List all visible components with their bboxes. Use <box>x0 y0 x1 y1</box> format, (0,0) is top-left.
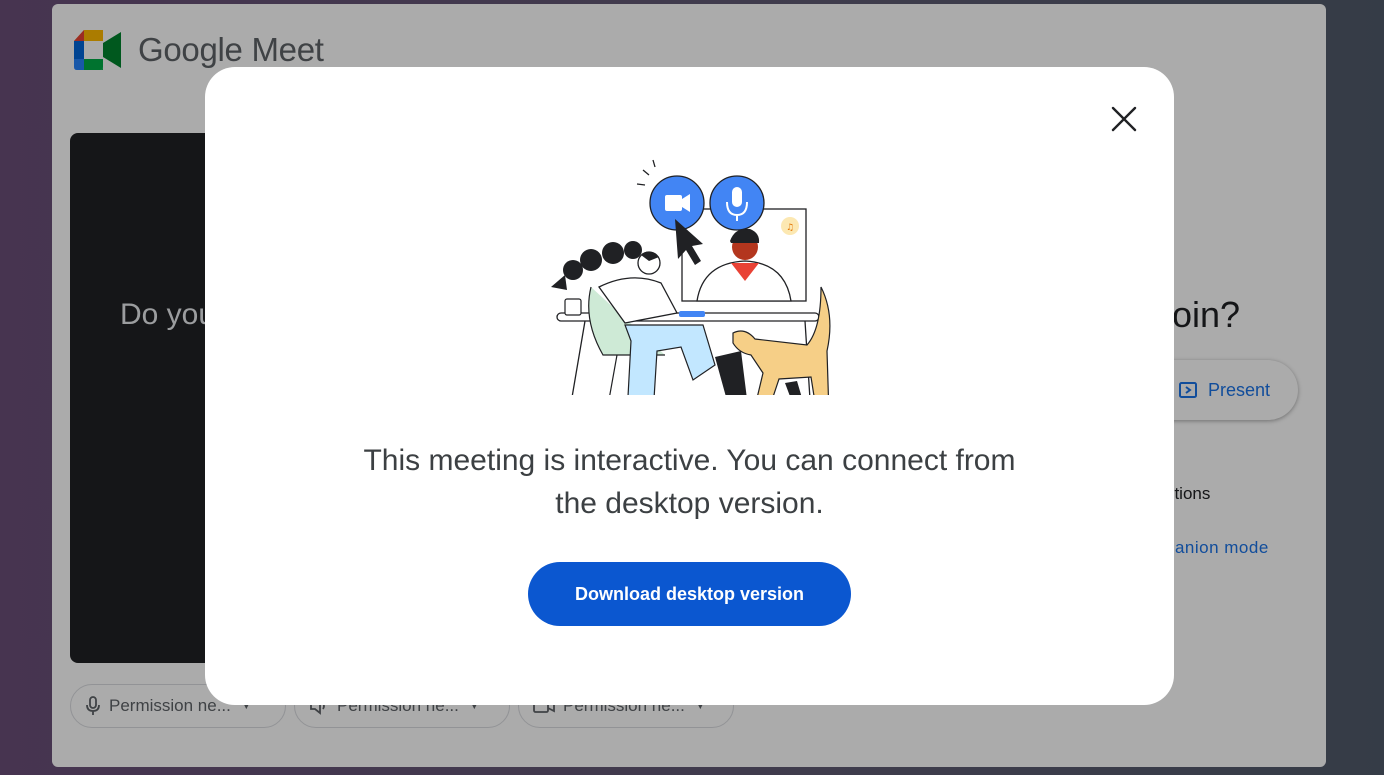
desktop-version-dialog: ♫ This meeting is interactive. You can c… <box>205 67 1174 705</box>
close-icon <box>1111 106 1137 132</box>
dialog-message-line1: This meeting is interactive. You can con… <box>363 444 1016 477</box>
dialog-message: This meeting is interactive. You can con… <box>305 439 1074 525</box>
svg-text:♫: ♫ <box>786 223 794 233</box>
meeting-illustration: ♫ <box>551 159 831 395</box>
close-button[interactable] <box>1102 97 1146 141</box>
download-desktop-button[interactable]: Download desktop version <box>528 562 851 626</box>
dialog-message-line2: the desktop version. <box>555 487 824 520</box>
